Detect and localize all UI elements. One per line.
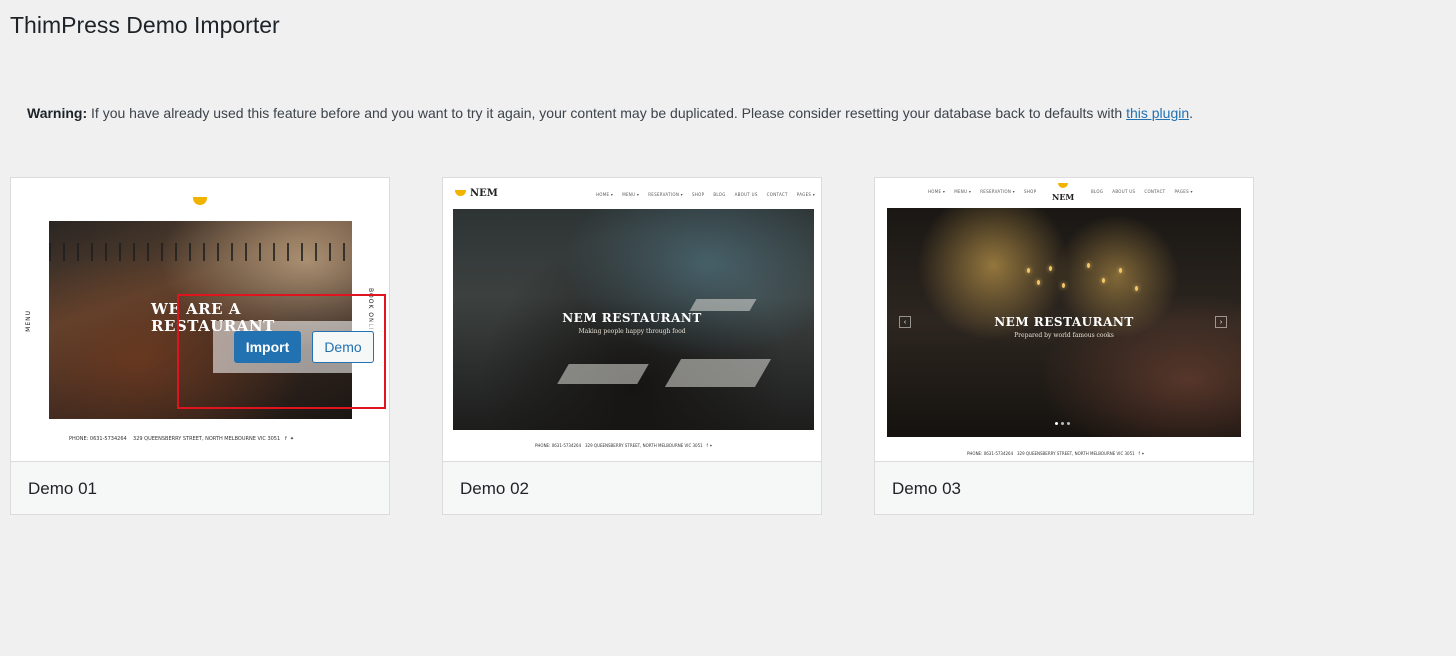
warning-notice: Warning: If you have already used this f…: [27, 105, 1193, 121]
hero-title: NEM RESTAURANT: [562, 311, 702, 325]
facebook-icon: f: [1138, 451, 1140, 456]
page-title: ThimPress Demo Importer: [10, 12, 280, 38]
warning-text: If you have already used this feature be…: [87, 105, 1127, 121]
contact-address: 329 QUEENSBERRY STREET, NORTH MELBOURNE …: [584, 443, 703, 448]
hero-subtitle: Making people happy through food: [578, 328, 686, 335]
hero-subtitle: Prepared by world famous cooks: [1014, 332, 1114, 339]
slider-dots: [1055, 422, 1070, 425]
demo-03-thumbnail: HOME ▾ MENU ▾ RESERVATION ▾ SHOP NEM BLOG AB…: [875, 178, 1253, 462]
logo-icon: [455, 190, 466, 196]
contact-phone: PHONE: 0631-5734264: [967, 451, 1014, 456]
twitter-icon: ✦: [709, 443, 713, 448]
mini-nav-right: BLOG ABOUT US CONTACT PAGES ▾: [1091, 189, 1193, 194]
logo-text: NEM: [470, 188, 498, 199]
demo-card-01[interactable]: MENU BOOK ONLINE WE ARE A RESTAURANT PHO…: [10, 177, 390, 515]
facebook-icon: f: [706, 443, 708, 448]
logo-text: NEM: [1052, 192, 1075, 202]
demo-card-footer: Demo 02: [443, 462, 821, 514]
demo-card-03[interactable]: HOME ▾ MENU ▾ RESERVATION ▾ SHOP NEM BLOG AB…: [874, 177, 1254, 515]
demo-02-thumbnail: NEM HOME ▾ MENU ▾ RESERVATION ▾ SHOP BLOG ABO…: [443, 178, 821, 462]
warning-label: Warning:: [27, 105, 88, 121]
contact-phone: PHONE: 0631-5734264: [535, 443, 582, 448]
twitter-icon: ✦: [289, 436, 295, 442]
demo-name: Demo 02: [460, 479, 529, 498]
contact-phone: PHONE: 0631-5734264: [69, 436, 127, 442]
demo-card-footer: Demo 03: [875, 462, 1253, 514]
demo-card-02[interactable]: NEM HOME ▾ MENU ▾ RESERVATION ▾ SHOP BLOG ABO…: [442, 177, 822, 515]
hero-title: NEM RESTAURANT: [994, 315, 1134, 329]
logo-icon: [1058, 183, 1068, 188]
facebook-icon: f: [284, 436, 287, 442]
demo-01-thumbnail: MENU BOOK ONLINE WE ARE A RESTAURANT PHO…: [11, 178, 389, 462]
demo-name: Demo 01: [28, 479, 97, 498]
contact-address: 329 QUEENSBERRY STREET, NORTH MELBOURNE …: [133, 436, 281, 442]
demo-card-footer: Demo 01: [11, 462, 389, 514]
demo-name: Demo 03: [892, 479, 961, 498]
this-plugin-link[interactable]: this plugin: [1126, 105, 1189, 121]
highlight-box: [177, 294, 386, 409]
mini-nav: HOME ▾ MENU ▾ RESERVATION ▾ SHOP BLOG ABOUT U…: [596, 192, 816, 197]
logo-icon: [193, 197, 207, 205]
twitter-icon: ✦: [1141, 451, 1145, 456]
mini-nav-left: HOME ▾ MENU ▾ RESERVATION ▾ SHOP: [928, 189, 1037, 194]
warning-suffix: .: [1189, 105, 1194, 121]
contact-address: 329 QUEENSBERRY STREET, NORTH MELBOURNE …: [1016, 451, 1135, 456]
